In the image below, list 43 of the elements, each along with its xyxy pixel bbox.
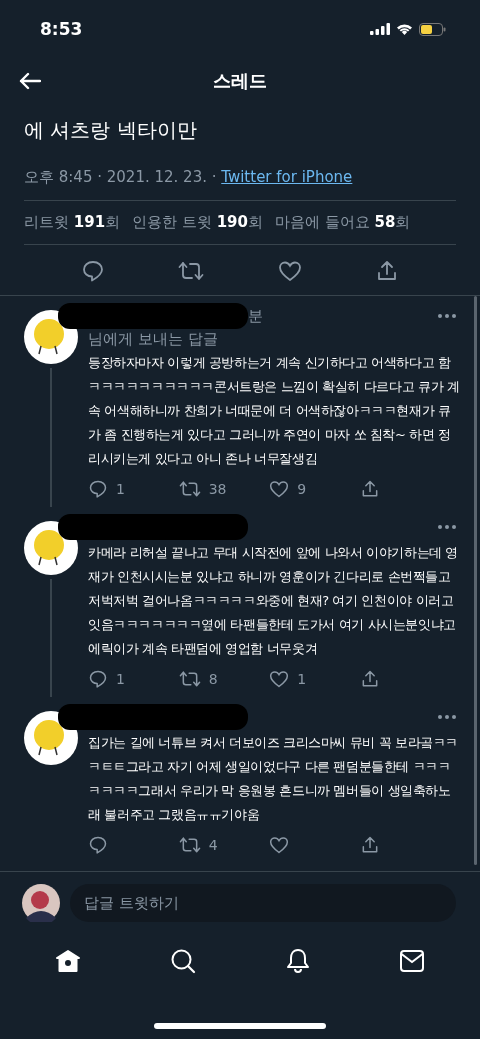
home-icon[interactable] [54, 949, 81, 973]
search-icon[interactable] [170, 948, 197, 974]
heart-icon[interactable] [277, 259, 302, 283]
stat-count[interactable]: 인용한 트윗 190회 [132, 213, 263, 232]
stat-count[interactable]: 리트윗 191회 [24, 213, 121, 232]
retweet-count: 8 [208, 671, 218, 687]
retweet-icon[interactable] [178, 259, 205, 283]
scrollbar[interactable] [474, 296, 477, 865]
reply-input[interactable]: 답글 트윗하기 [70, 884, 456, 922]
heart-icon[interactable] [269, 835, 290, 855]
retweet-count: 38 [208, 481, 227, 497]
status-time: 8:53 [40, 19, 83, 39]
mail-icon[interactable] [399, 949, 426, 973]
author-name: 분 [248, 306, 263, 326]
reply-icon[interactable] [88, 669, 108, 689]
reply-to-label: 님에게 보내는 답글 [88, 330, 219, 349]
reply-text: 카메라 리허설 끝나고 무대 시작전에 앞에 나와서 이야기하는데 영재가 인천시시는분 있냐고 하니까 영훈이가 긴다리로 손번쩍들고 저벅저벅 걸어나옴ㅋㅋㅋㅋㅋ와중에 현재? 여기 인천이야 이러고잇음ㅋㅋㅋㅋㅋㅋㅋ옆에 타팬들한테 도가서 여기 사시는분잇냐고 에릭이가 계속 타팬덤에 영업함 너무웃겨 [88, 544, 460, 658]
retweet-count: 4 [208, 837, 218, 853]
retweet-icon[interactable] [178, 669, 201, 689]
bell-icon[interactable] [285, 948, 310, 974]
reply-icon[interactable] [88, 835, 108, 855]
retweet-icon[interactable] [178, 835, 201, 855]
back-arrow-icon[interactable] [19, 72, 41, 90]
tweet-timestamp: 오후 8:45 · 2021. 12. 23. · [24, 168, 218, 186]
signal-icon [370, 23, 390, 35]
retweet-icon[interactable] [178, 479, 201, 499]
wifi-icon [396, 23, 413, 35]
tweet-text: 에 셔츠랑 넥타이만 [24, 117, 198, 144]
stat-count[interactable]: 마음에 들어요 58회 [274, 213, 411, 232]
reply-icon[interactable] [80, 259, 105, 283]
battery-icon [419, 22, 446, 36]
heart-icon[interactable] [269, 479, 290, 499]
source-link[interactable]: Twitter for iPhone [221, 168, 353, 186]
header-title: 스레드 [213, 69, 267, 93]
reply-icon[interactable] [88, 479, 108, 499]
like-count: 9 [297, 481, 307, 497]
user-avatar-icon[interactable] [22, 884, 60, 922]
like-count: 1 [297, 671, 307, 687]
reply-text: 집가는 길에 너튜브 켜서 더보이즈 크리스마씨 뮤비 꼭 보라곸ㅋㅋㅋㅌㅌ그라고 자기 어제 생일이었다구 다른 팬덤분들한테 ㅋㅋㅋㅋㅋㅋㅋ그래서 우리가 막 응원봉 흔드니까 멤버들이 생일축하노래 불러주고 그랬음ㅠㅠ기야움 [88, 734, 460, 824]
reply-text: 등장하자마자 이렇게 공방하는거 계속 신기하다고 어색하다고 함 ㅋㅋㅋㅋㅋㅋㅋㅋㅋㅋ콘서트랑은 느낌이 확실히 다르다고 큐가 계속 어색해하니까 찬희가 너때문에 더 어색하잖아ㅋㅋㅋ현재가 큐가 좀 진행하는게 있다고 그러니까 주연이 마자 쏘 침착~ 하면 정리시키는게 있다고 아니 존나 너무잘생김 [88, 354, 460, 468]
reply-count: 1 [116, 481, 125, 497]
heart-icon[interactable] [269, 669, 290, 689]
reply-count: 1 [116, 671, 125, 687]
